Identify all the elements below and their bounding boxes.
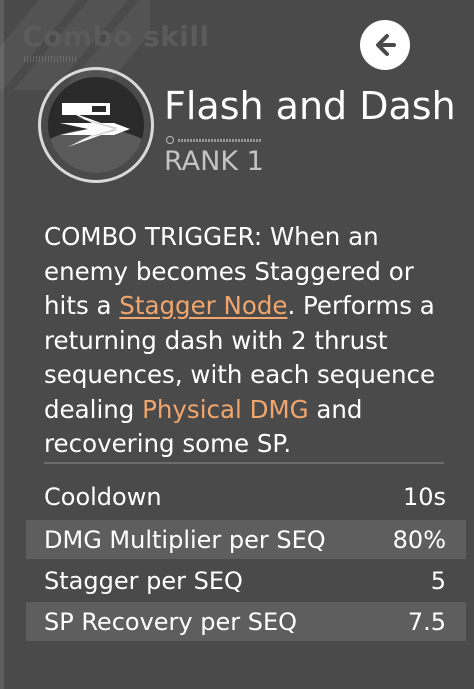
stat-value: 7.5 bbox=[407, 607, 446, 636]
back-button[interactable] bbox=[360, 20, 410, 70]
skill-rank: RANK 1 bbox=[164, 146, 264, 177]
skill-name: Flash and Dash bbox=[164, 84, 456, 128]
stat-value: 10s bbox=[402, 482, 446, 511]
stat-label: SP Recovery per SEQ bbox=[44, 607, 298, 636]
stat-label: DMG Multiplier per SEQ bbox=[44, 525, 326, 554]
damage-type: Physical DMG bbox=[142, 394, 309, 424]
stat-row-cooldown: Cooldown 10s bbox=[26, 477, 466, 516]
stagger-node-link[interactable]: Stagger Node bbox=[119, 291, 287, 320]
stat-value: 5 bbox=[430, 566, 446, 595]
flash-dash-icon bbox=[48, 77, 144, 173]
skill-description: COMBO TRIGGER: When an enemy becomes Sta… bbox=[44, 220, 462, 462]
left-edge-bar bbox=[0, 0, 4, 689]
barcode-decoration bbox=[24, 56, 76, 62]
rank-decoration bbox=[166, 136, 262, 144]
skill-icon-frame bbox=[38, 67, 154, 183]
section-label: Combo skill bbox=[22, 20, 210, 53]
stat-row-sp-recovery: SP Recovery per SEQ 7.5 bbox=[26, 602, 466, 641]
arrow-left-icon bbox=[376, 34, 396, 56]
stat-value: 80% bbox=[392, 525, 446, 554]
stat-row-stagger: Stagger per SEQ 5 bbox=[26, 561, 466, 600]
stat-label: Cooldown bbox=[44, 482, 162, 511]
stat-row-dmg-multiplier: DMG Multiplier per SEQ 80% bbox=[26, 520, 466, 559]
divider bbox=[44, 462, 444, 464]
stat-label: Stagger per SEQ bbox=[44, 566, 243, 595]
